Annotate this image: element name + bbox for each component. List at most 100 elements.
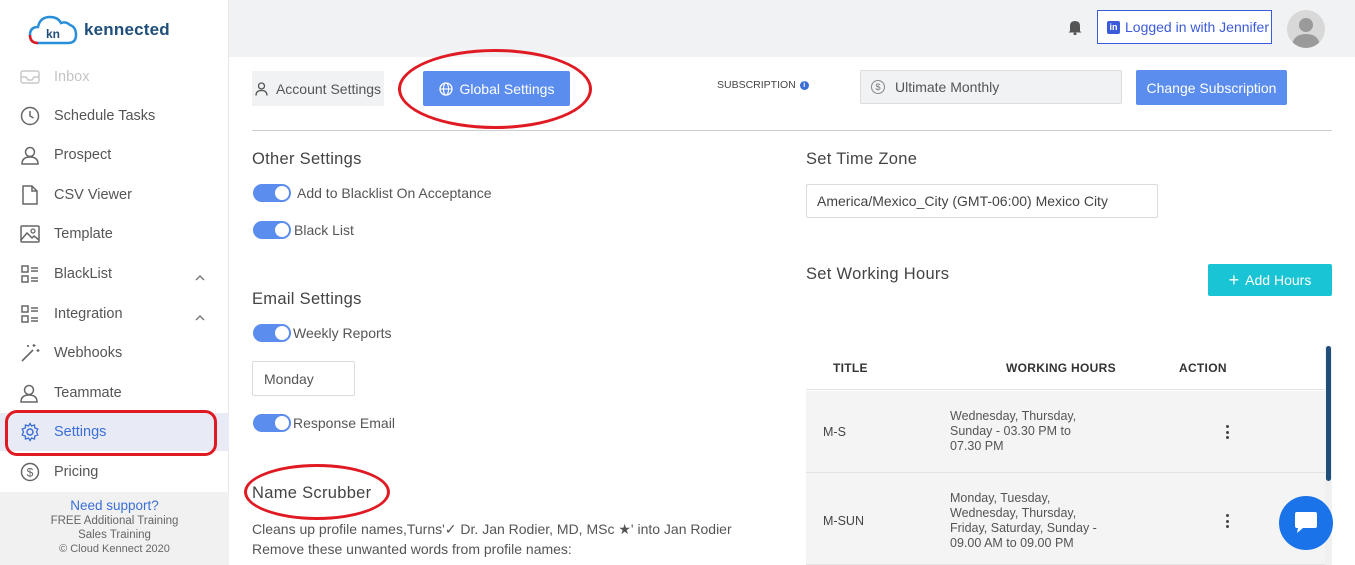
sidebar-item-schedule-tasks[interactable]: Schedule Tasks	[0, 97, 229, 135]
sidebar-item-settings[interactable]: Settings	[0, 413, 229, 451]
name-scrubber-title: Name Scrubber	[252, 484, 372, 502]
chevron-up-icon	[195, 308, 205, 326]
sidebar-item-template[interactable]: Template	[0, 215, 229, 253]
globe-icon	[438, 81, 453, 96]
divider	[252, 130, 1332, 131]
tab-account-label: Account Settings	[275, 80, 382, 97]
brand-name: kennected	[84, 20, 170, 39]
sidebar-item-csv-viewer[interactable]: CSV Viewer	[0, 176, 229, 214]
weekly-reports-label: Weekly Reports	[293, 325, 392, 341]
column-action: ACTION	[1179, 361, 1227, 375]
black-list-label: Black List	[294, 222, 354, 238]
sidebar-item-webhooks[interactable]: Webhooks	[0, 334, 229, 372]
sidebar-item-prospect[interactable]: Prospect	[0, 136, 229, 174]
add-hours-button[interactable]: + Add Hours	[1208, 264, 1332, 296]
time-zone-select[interactable]: America/Mexico_City (GMT-06:00) Mexico C…	[806, 184, 1158, 218]
clock-icon	[20, 106, 40, 126]
magic-wand-icon	[20, 343, 40, 363]
weekly-reports-toggle[interactable]	[253, 324, 291, 342]
name-scrubber-description: Cleans up profile names,Turns'✓ Dr. Jan …	[252, 521, 732, 557]
brand-logo[interactable]: kn kennected	[28, 12, 170, 48]
avatar[interactable]	[1287, 10, 1325, 48]
sidebar-item-pricing[interactable]: $ Pricing	[0, 453, 229, 491]
black-list-row: Black List	[253, 221, 354, 239]
response-email-toggle[interactable]	[253, 414, 291, 432]
sidebar-item-integration[interactable]: Integration	[0, 295, 229, 333]
sales-training-link[interactable]: Sales Training	[0, 529, 229, 541]
dollar-icon: $	[20, 462, 40, 482]
row-menu-icon[interactable]	[1224, 425, 1230, 439]
row-hours: Monday, Tuesday, Wednesday, Thursday, Fr…	[950, 491, 1097, 550]
subscription-value: Ultimate Monthly	[895, 79, 1000, 95]
add-hours-label: Add Hours	[1245, 272, 1312, 288]
sidebar-item-label: Pricing	[54, 464, 99, 480]
inbox-icon	[20, 67, 40, 87]
sidebar-item-label: Integration	[54, 306, 123, 322]
response-email-row: Response Email	[253, 414, 395, 432]
sidebar-item-label: Inbox	[54, 69, 90, 85]
add-blacklist-row: Add to Blacklist On Acceptance	[253, 184, 492, 202]
add-blacklist-toggle[interactable]	[253, 184, 291, 202]
add-blacklist-label: Add to Blacklist On Acceptance	[297, 185, 492, 201]
sidebar-item-label: BlackList	[54, 266, 113, 282]
user-icon	[255, 81, 268, 96]
sidebar-item-label: Schedule Tasks	[54, 108, 156, 124]
sidebar-item-label: Prospect	[54, 147, 112, 163]
email-settings-title: Email Settings	[252, 290, 362, 308]
sidebar-item-label: Settings	[54, 424, 107, 440]
sidebar-item-inbox[interactable]: Inbox	[0, 58, 229, 96]
need-support-link[interactable]: Need support?	[0, 498, 229, 513]
table-row: M-S Wednesday, Thursday, Sunday - 03.30 …	[806, 391, 1326, 473]
sidebar-footer: Need support? FREE Additional Training S…	[0, 492, 229, 565]
row-menu-icon[interactable]	[1224, 514, 1230, 528]
table-scrollbar-thumb[interactable]	[1326, 346, 1331, 481]
linkedin-login-button[interactable]: in Logged in with Jennifer	[1097, 10, 1272, 44]
response-email-label: Response Email	[293, 415, 395, 431]
subscription-label-text: SUBSCRIPTION	[717, 79, 796, 91]
cloud-logo-icon: kn	[28, 13, 80, 47]
chat-button[interactable]	[1279, 496, 1333, 550]
column-working-hours: WORKING HOURS	[1006, 361, 1116, 375]
row-title: M-S	[823, 425, 846, 439]
chat-icon	[1293, 511, 1319, 535]
sidebar-item-label: Teammate	[54, 385, 122, 401]
linkedin-icon: in	[1107, 20, 1120, 34]
weekly-reports-row: Weekly Reports	[253, 324, 392, 342]
linkedin-login-label: Logged in with Jennifer	[1125, 19, 1269, 35]
sidebar-item-label: Webhooks	[54, 345, 123, 361]
sidebar: kn kennected Inbox Schedule Tasks Prospe…	[0, 0, 229, 565]
tab-account-settings[interactable]: Account Settings	[252, 71, 384, 106]
time-zone-title: Set Time Zone	[806, 150, 918, 168]
sidebar-item-teammate[interactable]: Teammate	[0, 374, 229, 412]
image-icon	[20, 224, 40, 244]
tab-global-label: Global Settings	[459, 80, 555, 97]
sidebar-item-label: CSV Viewer	[54, 187, 132, 203]
subscription-label: SUBSCRIPTION i	[717, 79, 809, 91]
change-subscription-button[interactable]: Change Subscription	[1136, 70, 1287, 105]
list-icon	[20, 304, 40, 324]
column-title: TITLE	[833, 361, 868, 375]
row-hours: Wednesday, Thursday, Sunday - 03.30 PM t…	[950, 409, 1077, 453]
plus-icon: +	[1228, 270, 1240, 290]
sidebar-item-blacklist[interactable]: BlackList	[0, 255, 229, 293]
top-bar: in Logged in with Jennifer	[229, 0, 1355, 57]
logo-badge: kn	[46, 27, 60, 41]
user-icon	[20, 145, 40, 165]
black-list-toggle[interactable]	[253, 221, 291, 239]
bell-icon[interactable]	[1068, 19, 1082, 40]
dollar-icon: $	[871, 80, 885, 94]
free-training-link[interactable]: FREE Additional Training	[0, 515, 229, 527]
working-hours-table-header: TITLE WORKING HOURS ACTION	[806, 346, 1326, 390]
other-settings-title: Other Settings	[252, 150, 362, 168]
row-title: M-SUN	[823, 514, 864, 528]
gear-icon	[20, 422, 40, 442]
copyright-text: © Cloud Kennect 2020	[59, 543, 170, 555]
tab-global-settings[interactable]: Global Settings	[423, 71, 570, 106]
working-hours-title: Set Working Hours	[806, 265, 950, 283]
users-icon	[20, 383, 40, 403]
info-icon[interactable]: i	[799, 80, 809, 90]
chevron-up-icon	[195, 268, 205, 286]
subscription-field: $ Ultimate Monthly	[860, 70, 1122, 104]
table-row: M-SUN Monday, Tuesday, Wednesday, Thursd…	[806, 473, 1326, 565]
weekly-report-day-select[interactable]: Monday	[252, 361, 355, 396]
